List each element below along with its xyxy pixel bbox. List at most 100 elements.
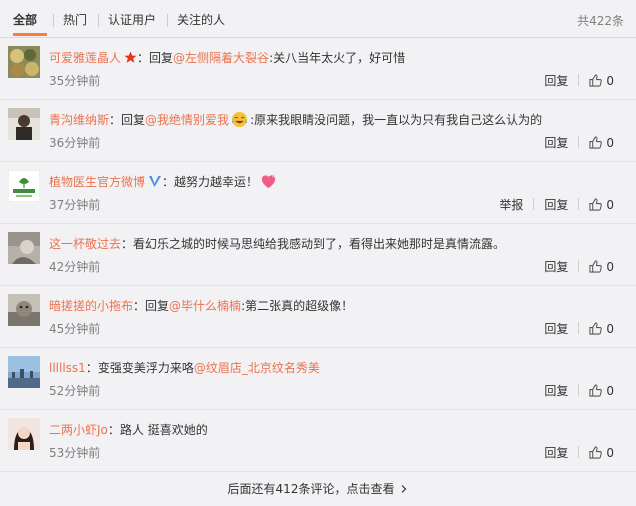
chevron-right-icon bbox=[402, 485, 407, 493]
tab-following[interactable]: 关注的人 bbox=[177, 12, 225, 28]
comment-tabs: 全部 热门 认证用户 关注的人 共422条 bbox=[0, 0, 636, 38]
avatar[interactable] bbox=[8, 170, 40, 202]
tab-hot[interactable]: 热门 bbox=[63, 12, 87, 28]
like-count: 0 bbox=[606, 322, 614, 336]
comment-username[interactable]: 植物医生官方微博 bbox=[49, 175, 145, 189]
comment-total-count: 共422条 bbox=[577, 14, 624, 28]
tab-divider bbox=[53, 14, 54, 27]
comment-actions: 回复 0 bbox=[544, 259, 614, 275]
comment-body: 这一杯敬过去：看幻乐之城的时候马思纯给我感动到了，看得出来她那时是真情流露。 bbox=[49, 237, 506, 251]
laugh-cry-emoji-icon bbox=[232, 111, 248, 128]
comment-body: 可爱雅莲晶人 ：回复@左侧隔着大裂谷:关八当年太火了，好可惜 bbox=[49, 51, 406, 65]
comment-username[interactable]: 暗搓搓的小拖布 bbox=[49, 299, 133, 313]
comment-actions: 回复 0 bbox=[544, 73, 614, 89]
tab-all[interactable]: 全部 bbox=[13, 12, 37, 28]
like-button[interactable]: 0 bbox=[589, 74, 614, 88]
thumbs-up-icon bbox=[589, 260, 603, 273]
mention-link[interactable]: @纹眉店_北京纹名秀美 bbox=[194, 361, 320, 375]
reply-button[interactable]: 回复 bbox=[544, 260, 568, 274]
comment-body: 暗搓搓的小拖布：回复@毕什么楠楠:第二张真的超级像！ bbox=[49, 299, 354, 313]
avatar[interactable] bbox=[8, 356, 40, 388]
avatar[interactable] bbox=[8, 46, 40, 78]
thumbs-up-icon bbox=[589, 136, 603, 149]
comment-body: 青沟维纳斯：回复@我绝情别爱我:原来我眼睛没问题，我一直以为只有我自己这么认为的 bbox=[49, 111, 543, 128]
reply-button[interactable]: 回复 bbox=[544, 136, 568, 150]
comment-username[interactable]: 青沟维纳斯 bbox=[49, 113, 109, 127]
comment-time: 36分钟前 bbox=[49, 136, 101, 150]
tab-divider bbox=[167, 14, 168, 27]
thumbs-up-icon bbox=[589, 198, 603, 211]
comment-item: 这一杯敬过去：看幻乐之城的时候马思纯给我感动到了，看得出来她那时是真情流露。 4… bbox=[0, 224, 636, 286]
reply-button[interactable]: 回复 bbox=[544, 384, 568, 398]
verified-v-badge-icon bbox=[149, 176, 162, 187]
reply-button[interactable]: 回复 bbox=[544, 322, 568, 336]
comment-text: :第二张真的超级像！ bbox=[241, 299, 354, 313]
comment-item: 可爱雅莲晶人 ：回复@左侧隔着大裂谷:关八当年太火了，好可惜 35分钟前 回复 0 bbox=[0, 38, 636, 100]
avatar[interactable] bbox=[8, 294, 40, 326]
load-more-comments-link[interactable]: 后面还有412条评论，点击查看 bbox=[0, 476, 636, 506]
like-count: 0 bbox=[606, 260, 614, 274]
comment-item: 青沟维纳斯：回复@我绝情别爱我:原来我眼睛没问题，我一直以为只有我自己这么认为的… bbox=[0, 100, 636, 162]
reply-button[interactable]: 回复 bbox=[544, 198, 568, 212]
comments-panel: 全部 热门 认证用户 关注的人 共422条 可爱雅莲晶人 ：回复@左侧隔着大裂谷:… bbox=[0, 0, 636, 506]
comment-time: 53分钟前 bbox=[49, 446, 101, 460]
reply-button[interactable]: 回复 bbox=[544, 446, 568, 460]
like-count: 0 bbox=[606, 74, 614, 88]
reply-button[interactable]: 回复 bbox=[544, 74, 568, 88]
comment-time: 45分钟前 bbox=[49, 322, 101, 336]
comment-text: 看幻乐之城的时候马思纯给我感动到了，看得出来她那时是真情流露。 bbox=[133, 237, 506, 251]
comment-time: 35分钟前 bbox=[49, 74, 101, 88]
avatar[interactable] bbox=[8, 108, 40, 140]
mention-link[interactable]: @左侧隔着大裂谷 bbox=[173, 51, 269, 65]
avatar[interactable] bbox=[8, 232, 40, 264]
active-tab-indicator bbox=[13, 33, 47, 36]
comment-actions: 回复 0 bbox=[544, 321, 614, 337]
like-count: 0 bbox=[606, 136, 614, 150]
comment-actions: 回复 0 bbox=[544, 135, 614, 151]
comment-item: 植物医生官方微博 ：越努力越幸运！ 37分钟前 举报 回复 0 bbox=[0, 162, 636, 224]
like-button[interactable]: 0 bbox=[589, 198, 614, 212]
thumbs-up-icon bbox=[589, 384, 603, 397]
thumbs-up-icon bbox=[589, 74, 603, 87]
mention-link[interactable]: @我绝情别爱我 bbox=[145, 113, 229, 127]
comment-body: 植物医生官方微博 ：越努力越幸运！ bbox=[49, 172, 626, 192]
comment-actions: 举报 回复 0 bbox=[499, 197, 614, 213]
comment-actions: 回复 0 bbox=[544, 383, 614, 399]
report-button[interactable]: 举报 bbox=[499, 198, 523, 212]
like-count: 0 bbox=[606, 384, 614, 398]
thumbs-up-icon bbox=[589, 446, 603, 459]
mention-link[interactable]: @毕什么楠楠 bbox=[169, 299, 241, 313]
comment-text: 越努力越幸运！ bbox=[174, 175, 259, 189]
comment-username[interactable]: 可爱雅莲晶人 bbox=[49, 51, 121, 65]
comment-text: 变强变美浮力来咯 bbox=[97, 361, 194, 375]
like-count: 0 bbox=[606, 198, 614, 212]
like-button[interactable]: 0 bbox=[589, 322, 614, 336]
load-more-label: 后面还有412条评论，点击查看 bbox=[227, 482, 395, 496]
comment-time: 42分钟前 bbox=[49, 260, 101, 274]
like-count: 0 bbox=[606, 446, 614, 460]
comment-item: lllllss1：变强变美浮力来咯@纹眉店_北京纹名秀美 52分钟前 回复 0 bbox=[0, 348, 636, 410]
like-button[interactable]: 0 bbox=[589, 384, 614, 398]
like-button[interactable]: 0 bbox=[589, 446, 614, 460]
like-button[interactable]: 0 bbox=[589, 260, 614, 274]
comment-item: 暗搓搓的小拖布：回复@毕什么楠楠:第二张真的超级像！ 45分钟前 回复 0 bbox=[0, 286, 636, 348]
comment-time: 52分钟前 bbox=[49, 384, 101, 398]
comment-username[interactable]: 这一杯敬过去 bbox=[49, 237, 121, 251]
tab-verified-users[interactable]: 认证用户 bbox=[108, 12, 156, 28]
comment-username[interactable]: 二两小虾Jo bbox=[49, 423, 108, 437]
comment-item: 二两小虾Jo：路人 挺喜欢她的 53分钟前 回复 0 bbox=[0, 410, 636, 472]
comment-username[interactable]: lllllss1 bbox=[49, 361, 86, 375]
like-button[interactable]: 0 bbox=[589, 136, 614, 150]
comment-body: lllllss1：变强变美浮力来咯@纹眉店_北京纹名秀美 bbox=[49, 361, 320, 375]
thumbs-up-icon bbox=[589, 322, 603, 335]
comment-body: 二两小虾Jo：路人 挺喜欢她的 bbox=[49, 423, 208, 437]
comment-actions: 回复 0 bbox=[544, 445, 614, 461]
comment-text: :关八当年太火了，好可惜 bbox=[269, 51, 406, 65]
star-badge-icon bbox=[124, 51, 137, 63]
comment-text: :原来我眼睛没问题，我一直以为只有我自己这么认为的 bbox=[250, 113, 543, 127]
comment-text: 路人 挺喜欢她的 bbox=[119, 423, 208, 437]
comment-time: 37分钟前 bbox=[49, 198, 101, 212]
tab-divider bbox=[98, 14, 99, 27]
avatar[interactable] bbox=[8, 418, 40, 450]
heart-emoji-icon bbox=[261, 175, 276, 189]
